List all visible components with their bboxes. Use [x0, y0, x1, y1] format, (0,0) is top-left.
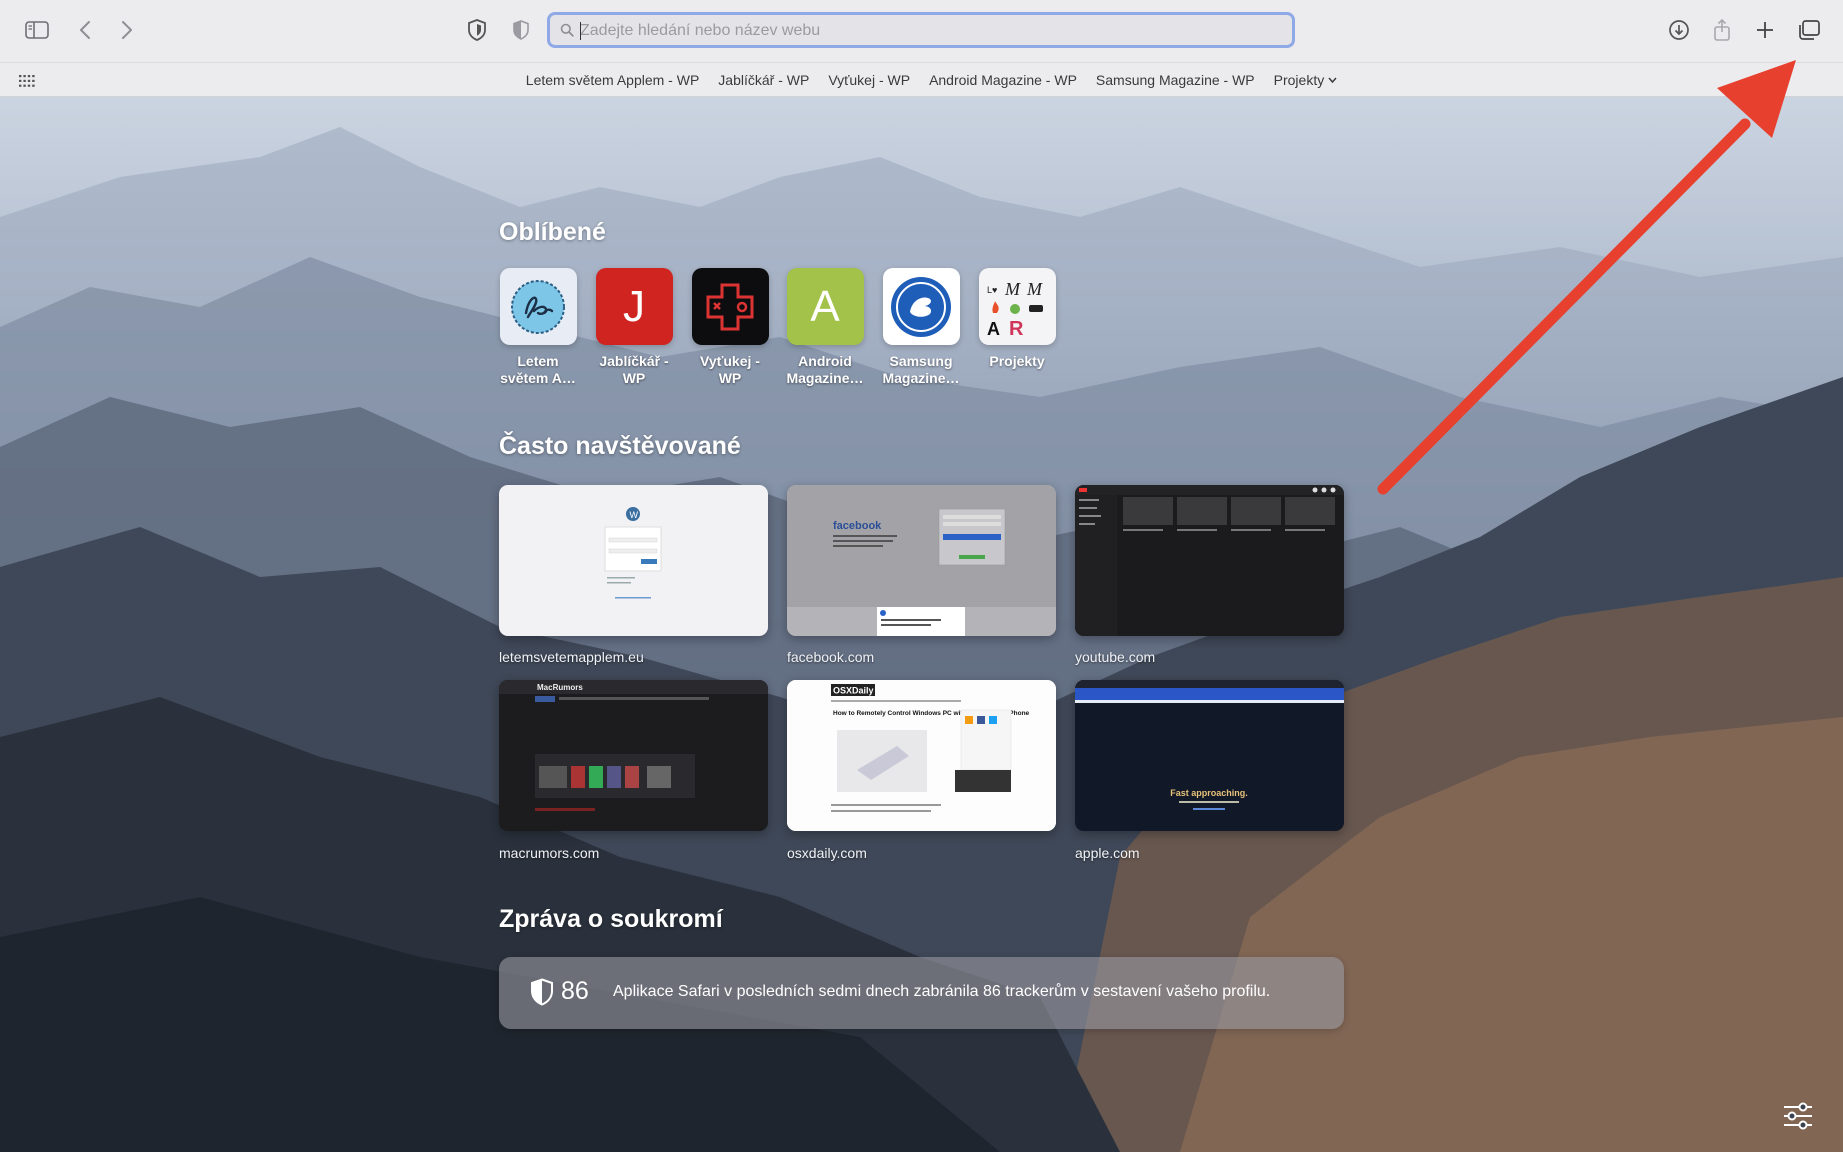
- bookmark-item[interactable]: Samsung Magazine - WP: [1096, 72, 1255, 88]
- text-caret: [580, 22, 581, 40]
- thumbnail-facebook[interactable]: facebook: [787, 485, 1056, 636]
- favorite-tile-vytukej[interactable]: Vyťukej - WP: [690, 268, 770, 387]
- chevron-down-icon: [1328, 77, 1337, 83]
- favicon: A: [786, 268, 864, 345]
- bookmark-item[interactable]: Letem světem Applem - WP: [526, 72, 700, 88]
- apple-headline: Fast approaching.: [1170, 788, 1248, 798]
- thumbnail-letemsvetemapplem[interactable]: W: [499, 485, 768, 636]
- favorite-tile-projekty[interactable]: L♥ M M A R Projekty: [977, 268, 1057, 370]
- bookmark-folder-projekty[interactable]: Projekty: [1274, 72, 1338, 88]
- favicon-letter: A: [810, 281, 840, 331]
- favorite-label: Letem světem A…: [500, 353, 576, 386]
- svg-text:W: W: [630, 510, 639, 520]
- privacy-report-heading: Zpráva o soukromí: [499, 905, 723, 933]
- favicon: J: [595, 268, 673, 345]
- favorite-label: Jablíčkář - WP: [599, 353, 669, 386]
- frequently-visited-heading: Často navštěvované: [499, 432, 741, 460]
- youtube-dark-preview: [1075, 485, 1344, 636]
- search-icon: [560, 23, 574, 42]
- favicon: [691, 268, 769, 345]
- site-label: macrumors.com: [499, 845, 600, 861]
- svg-text:L♥: L♥: [987, 285, 997, 295]
- macrumors-preview: MacRumors: [499, 680, 768, 831]
- tracker-count: 86: [561, 977, 589, 1005]
- samsung-magazine-logo-icon: [891, 276, 951, 337]
- bookmark-folder-label: Projekty: [1273, 71, 1325, 88]
- svg-text:A: A: [987, 319, 1000, 339]
- gamepad-dpad-icon: [706, 283, 754, 330]
- sidebar-icon[interactable]: [22, 15, 52, 45]
- thumbnail-youtube[interactable]: [1075, 485, 1344, 636]
- projekty-folder-collage-icon: L♥ M M A R: [987, 279, 1043, 340]
- letem-logo-icon: [511, 279, 565, 334]
- osxdaily-preview: OSXDaily How to Remotely Control Windows…: [787, 680, 1056, 831]
- favorites-heading: Oblíbené: [499, 218, 606, 246]
- osxdaily-wordmark: OSXDaily: [833, 686, 874, 696]
- share-icon[interactable]: [1707, 15, 1737, 45]
- privacy-report-card[interactable]: 86 Aplikace Safari v posledních sedmi dn…: [499, 957, 1344, 1029]
- site-label: osxdaily.com: [787, 845, 867, 861]
- site-label: facebook.com: [787, 649, 875, 665]
- address-bar[interactable]: Zadejte hledání nebo název webu: [547, 12, 1295, 48]
- chevron-right-icon[interactable]: [112, 15, 142, 45]
- favicon: [882, 268, 960, 345]
- reader-shield-icon[interactable]: [506, 15, 536, 45]
- svg-text:M: M: [1026, 279, 1043, 299]
- favorite-label: Samsung Magazine…: [882, 353, 960, 386]
- favorite-label: Android Magazine…: [786, 353, 864, 386]
- plus-icon[interactable]: [1750, 15, 1780, 45]
- privacy-report-text: Aplikace Safari v posledních sedmi dnech…: [613, 983, 1271, 1000]
- thumbnail-macrumors[interactable]: MacRumors: [499, 680, 768, 831]
- svg-text:R: R: [1009, 318, 1024, 340]
- bookmark-item[interactable]: Jablíčkář - WP: [718, 72, 809, 88]
- browser-toolbar: Zadejte hledání nebo název webu: [0, 0, 1843, 63]
- address-bar-placeholder: Zadejte hledání nebo název webu: [580, 22, 821, 39]
- bookmark-item[interactable]: Vyťukej - WP: [828, 72, 910, 88]
- sliders-icon: [1784, 1102, 1812, 1130]
- macrumors-wordmark: MacRumors: [537, 683, 583, 692]
- favorites-bar: Letem světem Applem - WP Jablíčkář - WP …: [0, 63, 1843, 97]
- shield-icon: [531, 978, 553, 1006]
- privacy-report-shield-icon[interactable]: [462, 15, 492, 45]
- site-label: youtube.com: [1075, 649, 1156, 665]
- svg-text:M: M: [1004, 279, 1021, 299]
- favicon: [499, 268, 577, 345]
- bookmark-item[interactable]: Android Magazine - WP: [929, 72, 1077, 88]
- facebook-wordmark: facebook: [833, 520, 882, 532]
- download-icon[interactable]: [1664, 15, 1694, 45]
- favicon-letter: J: [623, 281, 645, 331]
- favorite-label: Projekty: [989, 353, 1045, 369]
- thumbnail-osxdaily[interactable]: OSXDaily How to Remotely Control Windows…: [787, 680, 1056, 831]
- favorite-tile-letem[interactable]: Letem světem A…: [498, 268, 578, 387]
- wordpress-login-preview: W: [604, 507, 662, 599]
- site-label: letemsvetemapplem.eu: [499, 649, 644, 665]
- chevron-left-icon[interactable]: [70, 15, 100, 45]
- thumbnail-apple[interactable]: Fast approaching.: [1075, 680, 1344, 831]
- bookmark-list: Letem světem Applem - WP Jablíčkář - WP …: [0, 63, 1843, 96]
- favorite-tile-jablickar[interactable]: J Jablíčkář - WP: [594, 268, 674, 387]
- tab-overview-icon[interactable]: [1794, 15, 1824, 45]
- apple-preview: Fast approaching.: [1075, 680, 1344, 831]
- favorite-tile-android-magazine[interactable]: A Android Magazine…: [785, 268, 865, 387]
- site-label: apple.com: [1075, 845, 1140, 861]
- facebook-login-preview: facebook: [787, 485, 1056, 636]
- favorite-tile-samsung-magazine[interactable]: Samsung Magazine…: [881, 268, 961, 387]
- favorite-label: Vyťukej - WP: [700, 353, 760, 386]
- favicon: L♥ M M A R: [978, 268, 1056, 345]
- customize-start-page-button[interactable]: [1783, 1102, 1813, 1130]
